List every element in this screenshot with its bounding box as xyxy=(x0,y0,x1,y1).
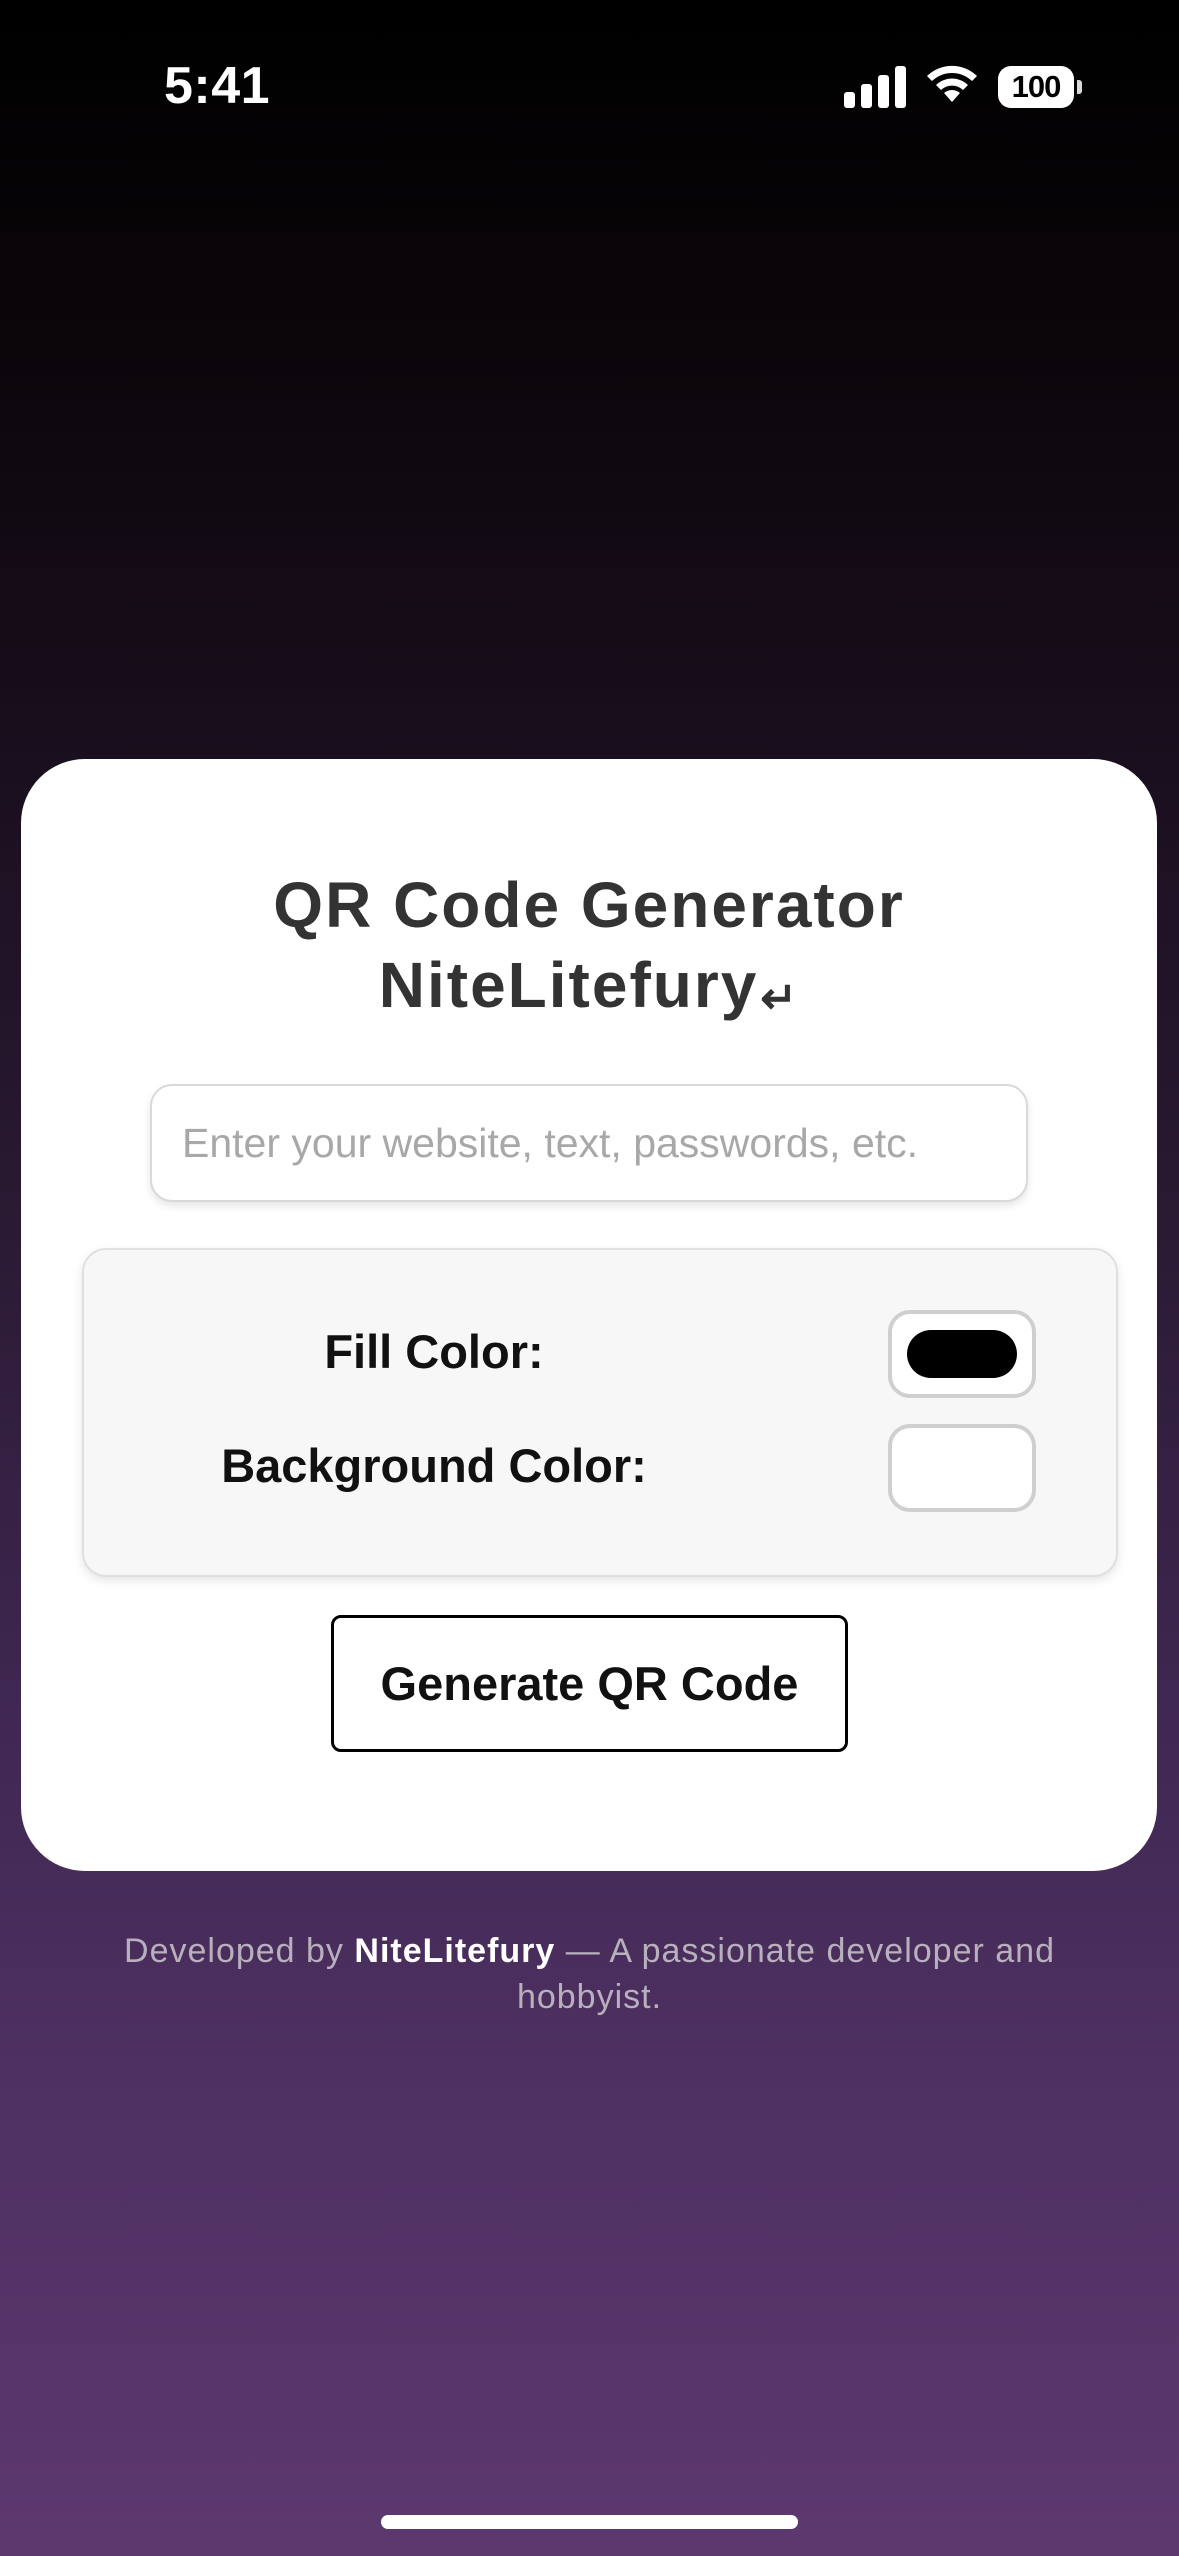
footer-author: NiteLitefury xyxy=(354,1932,556,1970)
qr-content-input[interactable] xyxy=(150,1084,1028,1202)
fill-color-picker[interactable] xyxy=(888,1310,1036,1398)
footer-prefix: Developed by xyxy=(124,1932,355,1970)
status-time: 5:41 xyxy=(164,57,271,115)
title-line-1: QR Code Generator xyxy=(273,869,905,941)
return-icon: ↵ xyxy=(760,974,800,1023)
home-indicator[interactable] xyxy=(381,2515,798,2529)
title-author: NiteLitefury xyxy=(378,949,759,1021)
battery-level: 100 xyxy=(1011,69,1062,104)
generate-qr-button[interactable]: Generate QR Code xyxy=(331,1615,848,1752)
battery-body: 100 xyxy=(998,66,1074,108)
color-options-panel: Fill Color: Background Color: xyxy=(82,1248,1118,1577)
footer-suffix: — A passionate developer and hobbyist. xyxy=(516,1932,1055,2016)
fill-color-label: Fill Color: xyxy=(324,1325,544,1378)
status-bar: 5:41 100 xyxy=(0,0,1179,175)
background-color-label: Background Color: xyxy=(221,1439,647,1492)
wifi-icon xyxy=(927,65,977,102)
signal-icon xyxy=(844,66,906,108)
battery-icon: 100 xyxy=(998,66,1082,108)
battery-cap xyxy=(1077,80,1082,94)
fill-color-swatch xyxy=(907,1330,1017,1378)
page-title: QR Code Generator NiteLitefury↵ xyxy=(21,865,1157,1039)
title-line-2: NiteLitefury↵ xyxy=(21,945,1157,1039)
background-color-picker[interactable] xyxy=(888,1424,1036,1512)
qr-generator-card: QR Code Generator NiteLitefury↵ Fill Col… xyxy=(21,759,1157,1871)
footer-credit: Developed by NiteLitefury — A passionate… xyxy=(60,1928,1119,2020)
background-color-swatch xyxy=(907,1444,1017,1492)
